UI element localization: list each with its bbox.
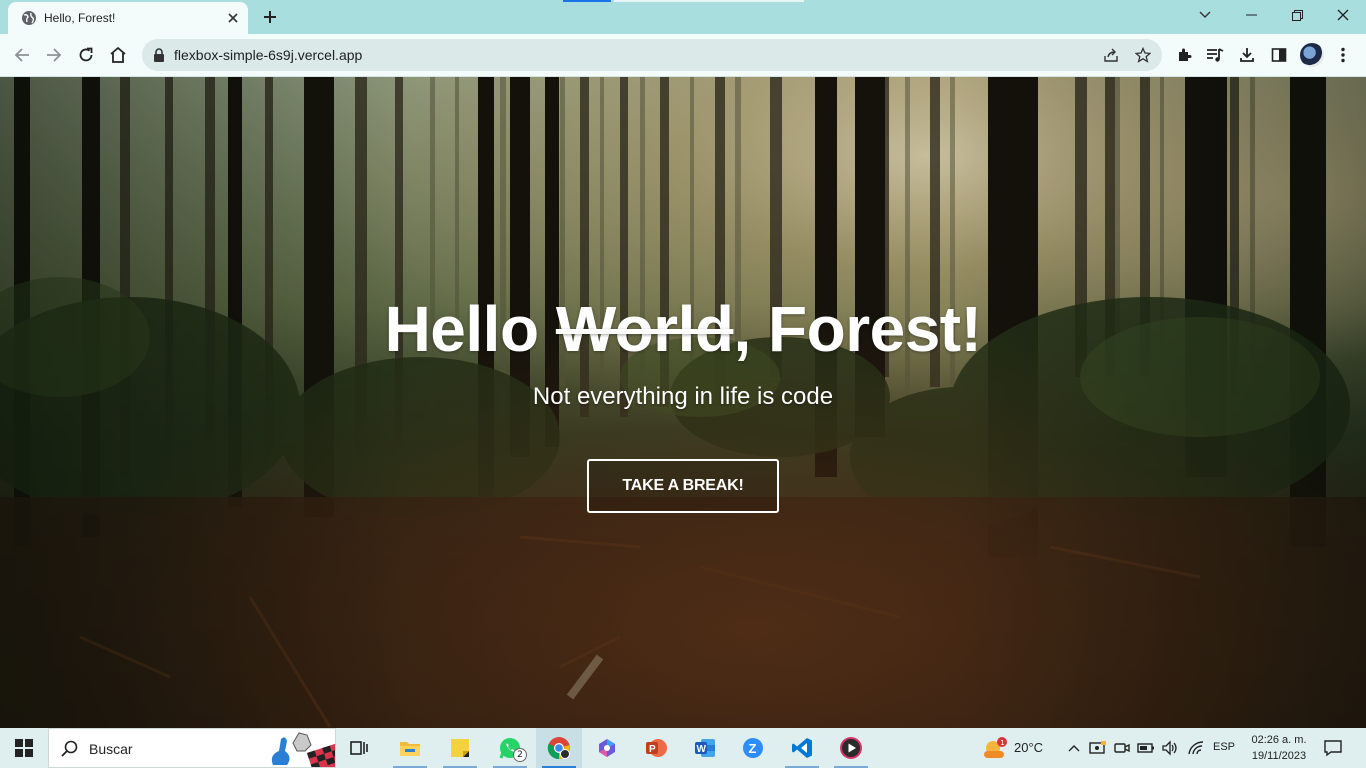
start-button[interactable] bbox=[0, 728, 48, 768]
web-page: Hello World, Forest! Not everything in l… bbox=[0, 77, 1366, 728]
kebab-menu-icon[interactable] bbox=[1328, 40, 1358, 70]
taskbar: Buscar 2 P W Z 1 20°C ESP 02:26 a. m. 19… bbox=[0, 728, 1366, 768]
restore-icon[interactable] bbox=[1274, 0, 1320, 30]
weather-widget[interactable]: 1 20°C bbox=[980, 728, 1050, 768]
file-explorer-icon[interactable] bbox=[387, 728, 433, 768]
media-player-icon[interactable] bbox=[828, 728, 874, 768]
tab-search-chevron-icon[interactable] bbox=[1182, 0, 1228, 30]
extensions-icon[interactable] bbox=[1169, 40, 1199, 70]
arrow-left-icon bbox=[14, 48, 29, 62]
meet-now-icon[interactable] bbox=[1111, 737, 1133, 759]
media-controls-icon[interactable] bbox=[1200, 40, 1230, 70]
vscode-icon[interactable] bbox=[779, 728, 825, 768]
tab-hello-forest[interactable]: Hello, Forest! bbox=[8, 2, 248, 34]
whatsapp-badge: 2 bbox=[513, 748, 527, 762]
profile-avatar[interactable] bbox=[1300, 43, 1324, 67]
show-hidden-icons-chevron-icon[interactable] bbox=[1063, 737, 1085, 759]
powerpoint-icon[interactable]: P bbox=[633, 728, 679, 768]
globe-icon bbox=[22, 11, 36, 25]
reload-icon bbox=[79, 47, 93, 62]
word-icon[interactable]: W bbox=[682, 728, 728, 768]
search-icon bbox=[61, 740, 78, 757]
windows-logo-icon bbox=[15, 739, 33, 757]
tray-app-icon[interactable] bbox=[1087, 737, 1109, 759]
title-rest: , Forest! bbox=[733, 293, 982, 365]
input-language[interactable]: ESP bbox=[1213, 741, 1235, 753]
chrome-icon[interactable] bbox=[536, 728, 582, 768]
minimize-icon[interactable] bbox=[1228, 0, 1274, 30]
address-bar[interactable]: flexbox-simple-6s9j.vercel.app bbox=[142, 39, 1162, 71]
arrow-right-icon bbox=[47, 48, 62, 62]
weather-badge: 1 bbox=[1000, 739, 1004, 747]
tab-drag-area bbox=[614, 0, 804, 2]
sticky-notes-icon[interactable] bbox=[437, 728, 483, 768]
new-tab-button[interactable] bbox=[258, 5, 282, 29]
tab-strip: Hello, Forest! bbox=[0, 0, 1366, 34]
whatsapp-icon[interactable]: 2 bbox=[487, 728, 533, 768]
search-placeholder: Buscar bbox=[89, 741, 133, 757]
url-text[interactable]: flexbox-simple-6s9j.vercel.app bbox=[174, 47, 362, 63]
svg-text:Z: Z bbox=[749, 741, 757, 756]
share-icon[interactable] bbox=[1100, 44, 1122, 66]
tab-title: Hello, Forest! bbox=[44, 11, 116, 25]
weather-icon: 1 bbox=[984, 737, 1007, 758]
taskbar-clock[interactable]: 02:26 a. m. 19/11/2023 bbox=[1244, 732, 1314, 764]
clock-date: 19/11/2023 bbox=[1251, 750, 1307, 762]
weather-temperature: 20°C bbox=[1014, 740, 1044, 755]
tab-search-indicator bbox=[563, 0, 611, 2]
download-icon[interactable] bbox=[1232, 40, 1262, 70]
forward-button[interactable] bbox=[39, 40, 69, 70]
hero-subtitle: Not everything in life is code bbox=[532, 383, 834, 410]
reload-button[interactable] bbox=[71, 40, 101, 70]
back-button[interactable] bbox=[7, 40, 37, 70]
title-struck-word: World bbox=[555, 293, 734, 365]
svg-text:W: W bbox=[697, 744, 707, 755]
home-button[interactable] bbox=[103, 40, 133, 70]
notification-center-icon[interactable] bbox=[1320, 736, 1346, 760]
zoom-icon[interactable]: Z bbox=[730, 728, 776, 768]
battery-icon[interactable] bbox=[1135, 737, 1157, 759]
side-panel-icon[interactable] bbox=[1264, 40, 1294, 70]
title-hello: Hello bbox=[384, 293, 539, 365]
taskbar-search-box[interactable]: Buscar bbox=[48, 728, 336, 768]
browser-toolbar: flexbox-simple-6s9j.vercel.app bbox=[0, 34, 1366, 77]
copilot-icon[interactable] bbox=[584, 728, 630, 768]
lock-icon[interactable] bbox=[152, 47, 166, 63]
hero-section: Hello World, Forest! Not everything in l… bbox=[0, 77, 1366, 728]
clock-time: 02:26 a. m. bbox=[1251, 734, 1307, 746]
close-window-icon[interactable] bbox=[1320, 0, 1366, 30]
svg-text:P: P bbox=[649, 744, 656, 755]
volume-icon[interactable] bbox=[1159, 737, 1181, 759]
task-view-icon[interactable] bbox=[336, 728, 382, 768]
home-icon bbox=[110, 46, 126, 63]
hero-title: Hello World, Forest! bbox=[0, 291, 1366, 367]
take-a-break-button[interactable]: TAKE A BREAK! bbox=[587, 459, 779, 513]
search-highlight-chess-icon bbox=[271, 732, 335, 767]
wifi-icon[interactable] bbox=[1185, 737, 1207, 759]
bookmark-star-icon[interactable] bbox=[1132, 44, 1154, 66]
tab-close-icon[interactable] bbox=[223, 8, 243, 28]
